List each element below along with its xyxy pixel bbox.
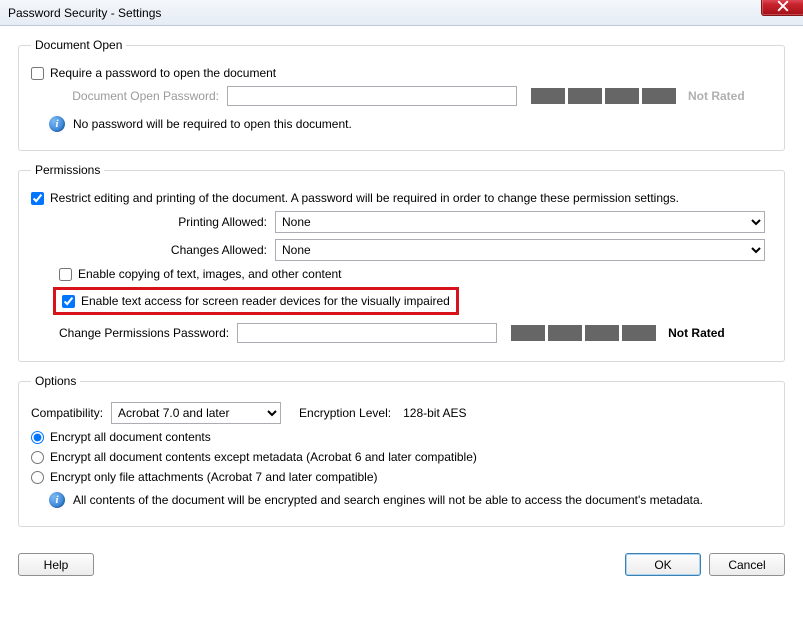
highlight-box: Enable text access for screen reader dev…: [53, 287, 459, 315]
doc-open-info-text: No password will be required to open thi…: [73, 117, 352, 131]
button-bar: Help OK Cancel: [0, 549, 803, 576]
enable-copy-checkbox[interactable]: [59, 268, 72, 281]
encryption-level-value: 128-bit AES: [403, 406, 466, 420]
info-icon: i: [49, 116, 65, 132]
encrypt-attach-radio[interactable]: [31, 471, 44, 484]
enable-access-label: Enable text access for screen reader dev…: [81, 294, 450, 308]
compatibility-label: Compatibility:: [31, 406, 111, 420]
help-button[interactable]: Help: [18, 553, 94, 576]
legend-document-open: Document Open: [31, 38, 126, 52]
encrypt-attach-row[interactable]: Encrypt only file attachments (Acrobat 7…: [31, 470, 378, 484]
encrypt-meta-row[interactable]: Encrypt all document contents except met…: [31, 450, 477, 464]
strength-meter: [531, 88, 676, 104]
enable-access-row[interactable]: Enable text access for screen reader dev…: [62, 294, 450, 308]
change-perm-pw-input[interactable]: [237, 323, 497, 343]
close-button[interactable]: [761, 0, 803, 16]
options-info-text: All contents of the document will be enc…: [73, 493, 703, 507]
enable-access-checkbox[interactable]: [62, 295, 75, 308]
doc-open-password-label: Document Open Password:: [49, 89, 227, 103]
perm-strength-meter: [511, 325, 656, 341]
change-perm-pw-label: Change Permissions Password:: [59, 326, 237, 340]
ok-button[interactable]: OK: [625, 553, 701, 576]
group-permissions: Permissions Restrict editing and printin…: [18, 163, 785, 362]
encrypt-meta-radio[interactable]: [31, 451, 44, 464]
encrypt-all-row[interactable]: Encrypt all document contents: [31, 430, 211, 444]
info-icon: i: [49, 492, 65, 508]
changes-allowed-select[interactable]: None: [275, 239, 765, 261]
perm-strength-label: Not Rated: [668, 326, 725, 340]
require-password-checkbox[interactable]: [31, 67, 44, 80]
restrict-row[interactable]: Restrict editing and printing of the doc…: [31, 191, 679, 205]
enable-copy-label: Enable copying of text, images, and othe…: [78, 267, 342, 281]
group-document-open: Document Open Require a password to open…: [18, 38, 785, 151]
encrypt-meta-label: Encrypt all document contents except met…: [50, 450, 477, 464]
legend-options: Options: [31, 374, 80, 388]
strength-label: Not Rated: [688, 89, 745, 103]
printing-allowed-label: Printing Allowed:: [31, 215, 275, 229]
dialog-body: Document Open Require a password to open…: [0, 26, 803, 549]
encrypt-all-label: Encrypt all document contents: [50, 430, 211, 444]
encrypt-attach-label: Encrypt only file attachments (Acrobat 7…: [50, 470, 378, 484]
close-icon: [777, 0, 789, 12]
titlebar: Password Security - Settings: [0, 0, 803, 26]
restrict-label: Restrict editing and printing of the doc…: [50, 191, 679, 205]
restrict-checkbox[interactable]: [31, 192, 44, 205]
legend-permissions: Permissions: [31, 163, 104, 177]
require-password-row[interactable]: Require a password to open the document: [31, 66, 276, 80]
window-title: Password Security - Settings: [8, 6, 161, 20]
require-password-label: Require a password to open the document: [50, 66, 276, 80]
cancel-button[interactable]: Cancel: [709, 553, 785, 576]
encryption-level-label: Encryption Level:: [299, 406, 391, 420]
encrypt-all-radio[interactable]: [31, 431, 44, 444]
doc-open-password-input: [227, 86, 517, 106]
group-options: Options Compatibility: Acrobat 7.0 and l…: [18, 374, 785, 527]
compatibility-select[interactable]: Acrobat 7.0 and later: [111, 402, 281, 424]
printing-allowed-select[interactable]: None: [275, 211, 765, 233]
changes-allowed-label: Changes Allowed:: [31, 243, 275, 257]
enable-copy-row[interactable]: Enable copying of text, images, and othe…: [59, 267, 342, 281]
